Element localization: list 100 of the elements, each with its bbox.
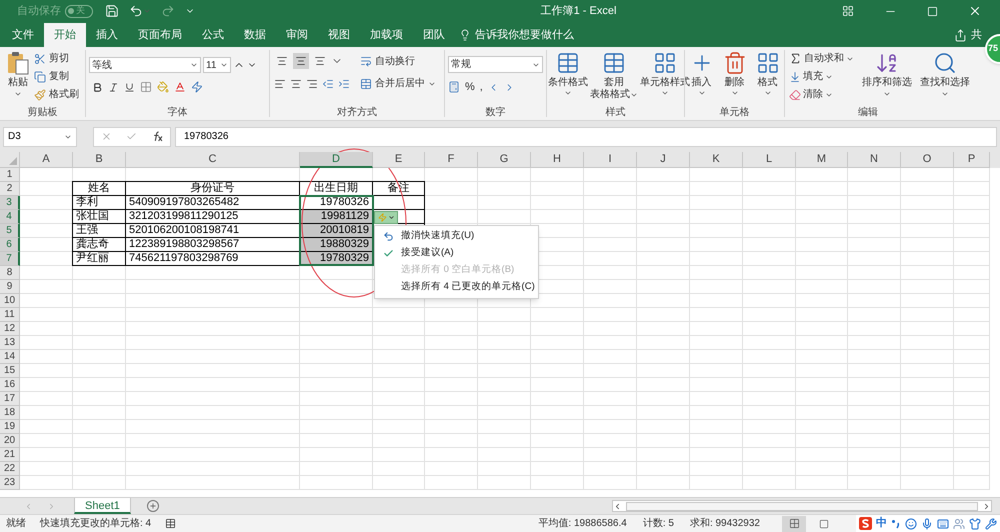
ribbon-tab[interactable]: 开始 — [44, 23, 86, 47]
comma-style-button[interactable]: , — [480, 79, 483, 96]
insert-button[interactable]: 插入 — [688, 51, 714, 97]
undo-icon[interactable] — [129, 4, 143, 18]
row-header[interactable]: 11 — [0, 308, 20, 322]
copy-button[interactable]: 复制 — [34, 69, 79, 84]
ribbon-tab[interactable]: 数据 — [234, 23, 276, 47]
horizontal-scrollbar[interactable] — [612, 500, 992, 512]
borders-icon[interactable] — [140, 81, 152, 93]
row-header[interactable]: 5 — [0, 224, 20, 238]
row-header[interactable]: 2 — [0, 182, 20, 196]
number-format-field[interactable]: 常规 — [448, 56, 543, 73]
column-header[interactable]: L — [743, 152, 796, 168]
row-header[interactable]: 16 — [0, 378, 20, 392]
restore-icon[interactable] — [927, 6, 938, 16]
caret-icon[interactable] — [564, 89, 572, 97]
bold-icon[interactable] — [92, 82, 103, 92]
ribbon-tab[interactable]: 团队 — [413, 23, 455, 47]
row-header[interactable]: 9 — [0, 280, 20, 294]
fill-color-icon[interactable] — [157, 81, 169, 93]
underline-icon[interactable] — [124, 82, 135, 92]
column-header[interactable]: E — [373, 152, 425, 168]
row-header[interactable]: 13 — [0, 336, 20, 350]
caret-icon[interactable] — [190, 61, 198, 69]
row-header[interactable]: 21 — [0, 448, 20, 462]
row-header[interactable]: 15 — [0, 364, 20, 378]
vertical-align-button[interactable] — [293, 53, 309, 69]
tell-me-field[interactable]: 告诉我你想要做什么 — [475, 26, 574, 44]
row-header[interactable]: 12 — [0, 322, 20, 336]
row-header[interactable]: 3 — [0, 196, 20, 210]
indent-increase-icon[interactable] — [338, 78, 350, 90]
clear-button[interactable]: 清除 — [789, 87, 854, 102]
align-right-icon[interactable] — [306, 78, 318, 90]
formula-field[interactable]: 19780326 — [175, 126, 997, 146]
ime-logo-icon[interactable] — [859, 517, 872, 530]
percent-style-button[interactable]: % — [465, 79, 475, 96]
cut-button[interactable]: 剪切 — [34, 51, 79, 66]
column-header[interactable]: A — [20, 152, 73, 168]
caret-icon[interactable] — [14, 90, 22, 98]
row-header[interactable]: 17 — [0, 392, 20, 406]
save-icon[interactable] — [105, 4, 119, 18]
column-header[interactable]: I — [584, 152, 637, 168]
menu-item[interactable]: 撤消快速填充(U) — [375, 228, 538, 245]
row-header[interactable]: 23 — [0, 476, 20, 490]
menu-item[interactable]: 选择所有 4 已更改的单元格(C) — [375, 279, 538, 296]
row-header[interactable]: 10 — [0, 294, 20, 308]
row-header[interactable]: 18 — [0, 406, 20, 420]
keyboard-icon[interactable] — [937, 518, 949, 530]
wrench-icon[interactable] — [985, 518, 997, 530]
row-header[interactable]: 19 — [0, 420, 20, 434]
ribbon-tab[interactable]: 审阅 — [276, 23, 318, 47]
column-header[interactable]: B — [73, 152, 126, 168]
row-header[interactable]: 4 — [0, 210, 20, 224]
close-icon[interactable] — [968, 4, 982, 18]
row-header[interactable]: 8 — [0, 266, 20, 280]
caret-icon[interactable] — [730, 89, 738, 97]
add-sheet-button[interactable] — [146, 500, 159, 512]
find-select-button[interactable]: 查找和选择 — [920, 51, 970, 102]
fill-button[interactable]: 填充 — [789, 69, 854, 84]
caret-icon[interactable] — [698, 89, 706, 97]
format-table-button[interactable]: 套用 表格格式 — [589, 51, 639, 101]
caret-icon[interactable] — [883, 90, 891, 98]
microphone-icon[interactable] — [921, 518, 933, 530]
people-icon[interactable] — [953, 518, 965, 530]
ribbon-tab[interactable]: 文件 — [2, 23, 44, 47]
conditional-format-button[interactable]: 条件格式 — [547, 51, 589, 97]
autosum-button[interactable]: 自动求和 — [789, 51, 854, 66]
punctuation-icon[interactable] — [891, 518, 901, 528]
merge-center-button[interactable]: 合并后居中 — [360, 76, 436, 91]
ribbon-tab[interactable]: 插入 — [86, 23, 128, 47]
italic-icon[interactable] — [108, 82, 119, 92]
lightbulb-icon[interactable] — [459, 29, 471, 41]
caret-icon[interactable] — [764, 89, 772, 97]
font-name-field[interactable]: 等线 — [89, 57, 201, 73]
column-header[interactable]: K — [690, 152, 743, 168]
share-button[interactable]: 共 — [971, 26, 982, 44]
indent-decrease-icon[interactable] — [322, 78, 334, 90]
scroll-right-icon[interactable] — [982, 502, 991, 510]
font-size-field[interactable]: 11 — [203, 57, 231, 73]
column-header[interactable]: H — [531, 152, 584, 168]
caret-icon[interactable] — [630, 91, 638, 99]
caret-icon[interactable] — [220, 61, 228, 69]
ribbon-tab[interactable]: 页面布局 — [128, 23, 192, 47]
ribbon-tab[interactable]: 视图 — [318, 23, 360, 47]
emoji-icon[interactable] — [905, 518, 917, 530]
ribbon-tab[interactable]: 公式 — [192, 23, 234, 47]
function-icon[interactable] — [152, 131, 163, 142]
row-header[interactable]: 1 — [0, 168, 20, 182]
menu-item[interactable]: 接受建议(A) — [375, 245, 538, 262]
scrollbar-thumb[interactable] — [626, 502, 978, 510]
share-icon[interactable] — [954, 28, 967, 42]
wrap-text-button[interactable]: 自动换行 — [360, 54, 415, 68]
align-left-icon[interactable] — [274, 78, 286, 90]
column-header[interactable]: M — [796, 152, 848, 168]
caret-icon[interactable] — [941, 90, 949, 98]
column-header[interactable]: N — [848, 152, 901, 168]
row-header[interactable]: 14 — [0, 350, 20, 364]
ime-mode-label[interactable]: 中 — [876, 515, 887, 532]
column-header[interactable]: C — [126, 152, 300, 168]
row-header[interactable]: 22 — [0, 462, 20, 476]
